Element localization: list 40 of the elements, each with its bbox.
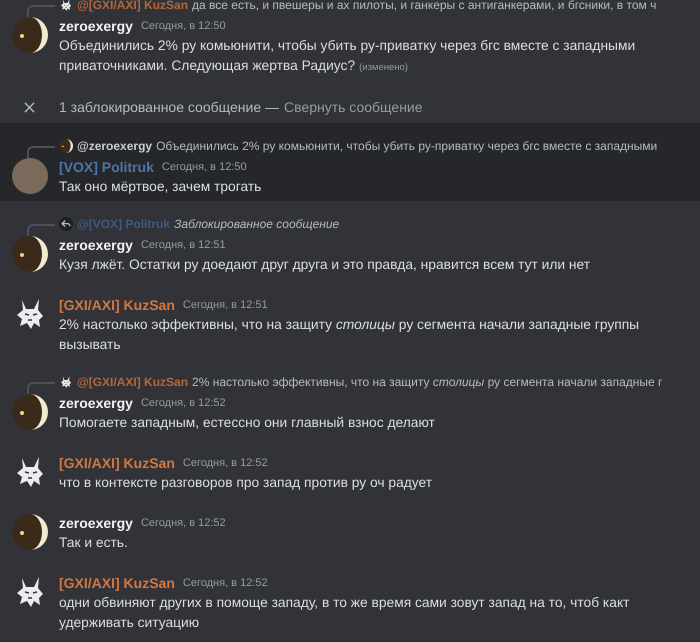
reply-text[interactable]: да все есть, и пвешеры и ах пилоты, и ганкеры с антиганкерами, и бгсники, в том ч: [192, 0, 656, 14]
timestamp: Сегодня, в 12:52: [182, 456, 268, 471]
reply-text[interactable]: Объединились 2% ру комьюнити, чтобы убить ру-приватку через бгс вместе с западными: [156, 137, 658, 155]
collapse-message-link[interactable]: Свернуть сообщение: [284, 96, 423, 118]
message-text: Помогаете западным, естесcно они главный взнос делают: [59, 414, 436, 432]
author-name[interactable]: [GXI/AXI] KuzSan: [59, 452, 175, 474]
author-name[interactable]: [GXI/AXI] KuzSan: [59, 572, 175, 594]
avatar-photo-placeholder[interactable]: [12, 158, 48, 194]
reply-text[interactable]: 2% настолько эффективны, что на защиту столицы ру сегмента начали западные г: [192, 373, 662, 391]
message-text: Объединились 2% ру комьюнити, чтобы убить ру-приватку через бгс вместе с западными приваточниками. Следующая жертва Радиус? (изменено): [59, 37, 636, 75]
timestamp: Сегодня, в 12:52: [140, 516, 226, 531]
message-text: Кузя лжёт. Остатки ру доедают друг друга и это правда, нравится всем тут или нет: [59, 256, 592, 274]
message-text: 2% настолько эффективны, что на защиту столицы ру сегмента начали западные группы вызывать: [59, 316, 640, 354]
moon-avatar-icon[interactable]: [12, 17, 48, 53]
timestamp: Сегодня, в 12:52: [182, 576, 268, 591]
moon-avatar-icon[interactable]: [59, 139, 73, 153]
lynx-avatar-icon[interactable]: [59, 375, 73, 389]
moon-avatar-icon[interactable]: [12, 236, 48, 272]
timestamp: Сегодня, в 12:51: [140, 238, 226, 253]
message-text: что в контексте разговоров про запад против ру оч радует: [59, 474, 434, 492]
reply-author[interactable]: @zeroexergy: [77, 137, 152, 155]
timestamp: Сегодня, в 12:51: [182, 298, 268, 313]
moon-avatar-icon[interactable]: [12, 514, 48, 550]
edited-label: (изменено): [359, 62, 408, 73]
close-icon[interactable]: [24, 102, 35, 112]
author-name[interactable]: zeroexergy: [59, 392, 133, 414]
blocked-messages-notice: 1 заблокированное сообщение —: [59, 98, 280, 117]
message-text: одни обвиняют других в помоще западу, в то же время сами зовут запад на то, чтоб какт удерживать ситуацию: [59, 594, 630, 632]
timestamp: Сегодня, в 12:50: [162, 160, 247, 175]
timestamp: Сегодня, в 12:52: [140, 396, 226, 411]
author-name[interactable]: zeroexergy: [59, 16, 133, 36]
author-name[interactable]: [GXI/AXI] KuzSan: [59, 294, 175, 316]
author-name[interactable]: zeroexergy: [59, 234, 133, 256]
moon-avatar-icon[interactable]: [12, 394, 48, 430]
message-text: Так оно мёртвое, зачем трогать: [59, 178, 262, 196]
reply-text[interactable]: Заблокированное сообщение: [174, 215, 340, 233]
lynx-avatar-icon[interactable]: [59, 0, 73, 12]
author-name[interactable]: zeroexergy: [59, 512, 133, 534]
timestamp: Сегодня, в 12:50: [140, 18, 226, 34]
message-text: Так и есть.: [59, 534, 129, 552]
